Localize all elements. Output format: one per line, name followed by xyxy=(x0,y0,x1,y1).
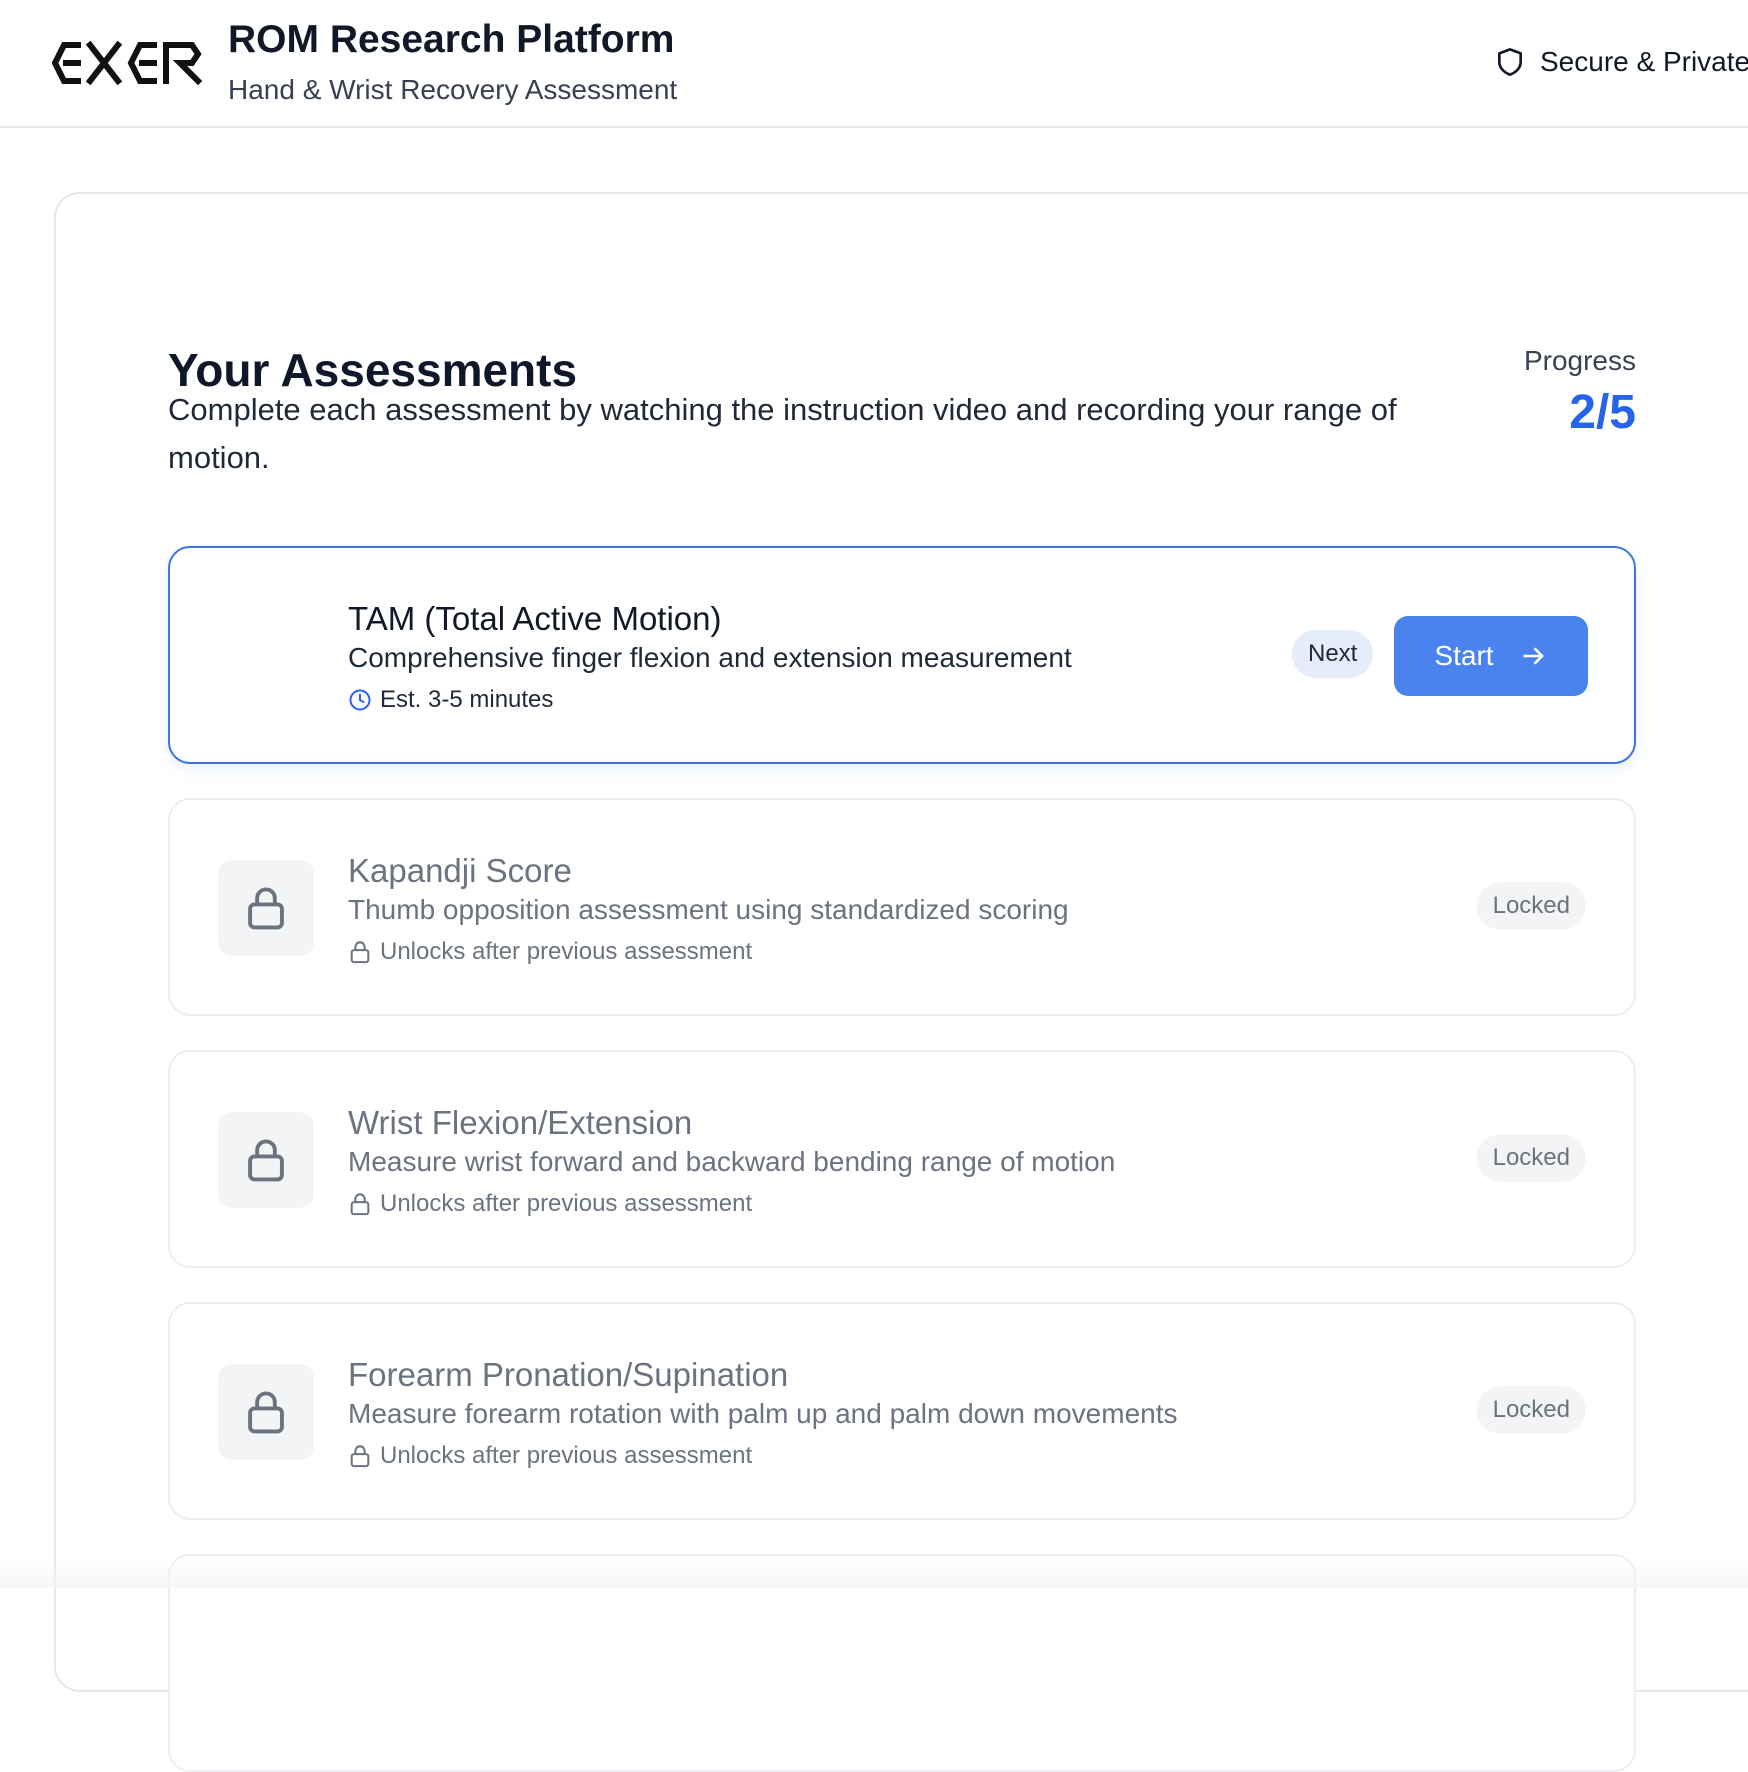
assessment-title: Forearm Pronation/Supination xyxy=(348,1356,789,1393)
secure-indicator: Secure & Private xyxy=(1494,42,1748,82)
lock-icon-box xyxy=(218,860,314,956)
lock-icon-box xyxy=(218,1112,314,1208)
exer-logo[interactable] xyxy=(51,40,203,86)
assessment-meta: Unlocks after previous assessment xyxy=(348,1190,752,1218)
lock-icon-box xyxy=(218,1364,314,1460)
assessment-description: Measure wrist forward and backward bendi… xyxy=(348,1146,1116,1177)
assessment-meta: Unlocks after previous assessment xyxy=(348,1442,752,1470)
assessment-card-kapandji: Kapandji Score Thumb opposition assessme… xyxy=(168,798,1636,1016)
lock-icon xyxy=(248,1391,284,1434)
assessment-meta: Unlocks after previous assessment xyxy=(348,938,752,966)
assessment-description: Comprehensive finger flexion and extensi… xyxy=(348,642,1072,673)
scroll-fade xyxy=(0,1560,1748,1588)
status-badge-locked: Locked xyxy=(1476,1134,1586,1182)
assessment-card-forearm: Forearm Pronation/Supination Measure for… xyxy=(168,1302,1636,1520)
assessment-card-wrist: Wrist Flexion/Extension Measure wrist fo… xyxy=(168,1050,1636,1268)
lock-icon xyxy=(350,1193,370,1216)
assessment-description: Thumb opposition assessment using standa… xyxy=(348,894,1069,925)
top-header: ROM Research Platform Hand & Wrist Recov… xyxy=(0,0,1748,128)
assessment-title: Kapandji Score xyxy=(348,852,572,889)
shield-icon xyxy=(1498,48,1522,76)
assessment-meta-text: Unlocks after previous assessment xyxy=(380,1442,753,1469)
assessment-card-tam[interactable]: TAM (Total Active Motion) Comprehensive … xyxy=(168,546,1636,764)
app-subtitle: Hand & Wrist Recovery Assessment xyxy=(228,74,678,105)
assessment-meta-text: Unlocks after previous assessment xyxy=(380,1190,753,1217)
progress-value: 2/5 xyxy=(1569,386,1636,439)
assessment-description: Measure forearm rotation with palm up an… xyxy=(348,1398,1178,1429)
status-badge-locked: Locked xyxy=(1476,882,1586,930)
secure-label: Secure & Private xyxy=(1540,46,1748,77)
arrow-right-icon xyxy=(1522,647,1544,665)
lock-icon xyxy=(248,1139,284,1182)
lock-icon xyxy=(248,887,284,930)
start-button[interactable]: Start xyxy=(1394,616,1588,696)
page-description: Complete each assessment by watching the… xyxy=(168,392,1397,475)
lock-icon xyxy=(350,941,370,964)
assessment-meta: Est. 3-5 minutes xyxy=(348,686,553,714)
assessment-title: TAM (Total Active Motion) xyxy=(348,600,722,637)
assessment-meta-text: Est. 3-5 minutes xyxy=(380,686,554,713)
progress-label: Progress xyxy=(1523,345,1636,376)
status-badge-locked: Locked xyxy=(1476,1386,1586,1434)
lock-icon xyxy=(350,1445,370,1468)
start-button-label: Start xyxy=(1434,640,1494,671)
assessment-title: Wrist Flexion/Extension xyxy=(348,1104,693,1141)
status-badge-next: Next xyxy=(1292,630,1374,678)
app-title: ROM Research Platform xyxy=(228,18,675,61)
assessment-meta-text: Unlocks after previous assessment xyxy=(380,938,753,965)
clock-icon xyxy=(349,689,371,711)
